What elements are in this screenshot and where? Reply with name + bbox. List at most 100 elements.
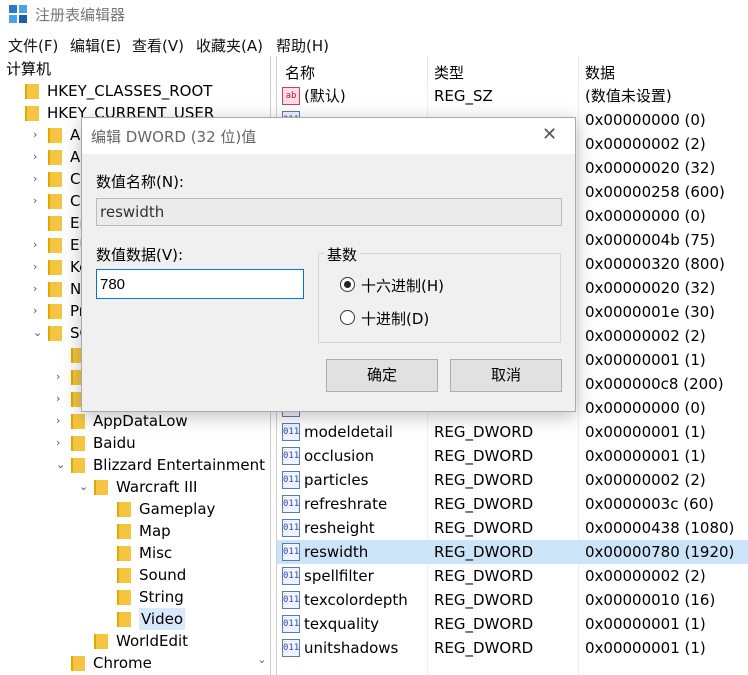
expand-chevron-icon[interactable]: › <box>56 366 60 388</box>
tree-item[interactable]: ⌄ Blizzard Entertainment <box>0 454 270 476</box>
tree-item-label: Misc <box>139 544 173 562</box>
menu-edit[interactable]: 编辑(E) <box>70 35 121 56</box>
value-data: 0x00000258 (600) <box>585 183 725 201</box>
value-row[interactable]: 011 reswidth REG_DWORD 0x00000780 (1920) <box>277 540 748 564</box>
dec-label: 十进制(D) <box>361 310 430 328</box>
tree-item[interactable]: Gameplay <box>0 498 270 520</box>
value-data: 0x0000003c (60) <box>585 495 715 513</box>
tree-item[interactable]: Chrome <box>0 652 270 674</box>
value-data: 0x00000001 (1) <box>585 639 706 657</box>
dialog-title: 编辑 DWORD (32 位)值 <box>91 128 257 146</box>
value-type: REG_DWORD <box>434 615 534 633</box>
tree-root[interactable]: 计算机 <box>0 58 270 80</box>
expand-chevron-icon[interactable]: › <box>33 168 37 190</box>
tree-item[interactable]: Map <box>0 520 270 542</box>
folder-icon <box>117 590 131 605</box>
expand-chevron-icon[interactable]: › <box>56 410 60 432</box>
expand-chevron-icon[interactable]: › <box>33 256 37 278</box>
value-name-label: 数值名称(N): <box>96 173 184 191</box>
folder-icon <box>94 634 108 649</box>
value-row[interactable]: 011 refreshrate REG_DWORD 0x0000003c (60) <box>277 492 748 516</box>
collapse-chevron-icon[interactable]: ⌄ <box>33 322 42 344</box>
value-name: reswidth <box>304 543 369 561</box>
tree-item-label: String <box>139 588 184 606</box>
tree-item-label: Map <box>139 522 171 540</box>
tree-item[interactable]: ⌄ Warcraft III <box>0 476 270 498</box>
value-row[interactable]: 011 texcolordepth REG_DWORD 0x00000010 (16) <box>277 588 748 612</box>
cancel-button[interactable]: 取消 <box>450 359 562 392</box>
tree-item[interactable]: Video <box>0 608 270 630</box>
tree-item-label: HKEY_CLASSES_ROOT <box>47 82 213 100</box>
menu-file[interactable]: 文件(F) <box>8 35 58 56</box>
expand-chevron-icon[interactable]: › <box>33 300 37 322</box>
dword-value-icon: 011 <box>282 567 300 585</box>
hex-label: 十六进制(H) <box>361 277 444 295</box>
tree-item[interactable]: HKEY_CLASSES_ROOT <box>0 80 270 102</box>
value-name: refreshrate <box>304 495 388 513</box>
title-bar: 注册表编辑器 <box>0 0 748 30</box>
tree-scroll-down-icon[interactable]: ⌄ <box>254 653 270 673</box>
value-row[interactable]: 011 spellfilter REG_DWORD 0x00000002 (2) <box>277 564 748 588</box>
value-data: 0x00000002 (2) <box>585 567 706 585</box>
folder-icon <box>71 436 85 451</box>
dec-radio[interactable] <box>340 310 355 325</box>
header-name[interactable]: 名称 <box>285 62 315 83</box>
expand-chevron-icon[interactable]: › <box>33 124 37 146</box>
value-name: (默认) <box>304 87 346 105</box>
value-type: REG_DWORD <box>434 471 534 489</box>
value-row[interactable]: 011 unitshadows REG_DWORD 0x00000001 (1) <box>277 636 748 660</box>
value-row[interactable]: 011 occlusion REG_DWORD 0x00000001 (1) <box>277 444 748 468</box>
value-row[interactable]: 011 resheight REG_DWORD 0x00000438 (1080) <box>277 516 748 540</box>
tree-item-label: Video <box>139 608 186 630</box>
expand-chevron-icon[interactable]: › <box>33 234 37 256</box>
tree-item[interactable]: String <box>0 586 270 608</box>
collapse-chevron-icon[interactable]: ⌄ <box>56 454 65 476</box>
value-data-input[interactable] <box>96 269 304 299</box>
header-type[interactable]: 类型 <box>434 62 464 83</box>
tree-item[interactable]: WorldEdit <box>0 630 270 652</box>
expand-chevron-icon[interactable]: › <box>33 278 37 300</box>
menu-view[interactable]: 查看(V) <box>132 35 184 56</box>
folder-icon <box>117 524 131 539</box>
expand-chevron-icon[interactable]: › <box>33 146 37 168</box>
expand-chevron-icon[interactable]: › <box>56 432 60 454</box>
folder-icon <box>48 216 62 231</box>
dword-value-icon: 011 <box>282 519 300 537</box>
folder-icon <box>48 304 62 319</box>
value-row[interactable]: 011 particles REG_DWORD 0x00000002 (2) <box>277 468 748 492</box>
menu-help[interactable]: 帮助(H) <box>276 35 329 56</box>
folder-icon <box>71 414 85 429</box>
value-data: 0x00000020 (32) <box>585 279 716 297</box>
folder-icon <box>25 106 39 121</box>
value-name-field: reswidth <box>96 198 562 226</box>
tree-item[interactable]: Sound <box>0 564 270 586</box>
tree-item[interactable]: Misc <box>0 542 270 564</box>
expand-chevron-icon[interactable]: › <box>33 190 37 212</box>
collapse-chevron-icon[interactable]: ⌄ <box>79 476 88 498</box>
header-data[interactable]: 数据 <box>585 62 615 83</box>
dword-value-icon: 011 <box>282 639 300 657</box>
folder-icon <box>48 194 62 209</box>
value-row[interactable]: ab (默认) REG_SZ (数值未设置) <box>277 84 748 108</box>
value-data: 0x00000000 (0) <box>585 207 706 225</box>
regedit-app-icon <box>9 5 29 25</box>
folder-icon <box>117 546 131 561</box>
value-data: 0x00000000 (0) <box>585 111 706 129</box>
hex-radio[interactable] <box>340 277 355 292</box>
value-type: REG_SZ <box>434 87 493 105</box>
tree-item[interactable]: › Baidu <box>0 432 270 454</box>
base-label: 基数 <box>324 244 361 265</box>
value-row[interactable]: 011 modeldetail REG_DWORD 0x00000001 (1) <box>277 420 748 444</box>
expand-chevron-icon[interactable]: › <box>56 388 60 410</box>
window-title: 注册表编辑器 <box>35 6 126 24</box>
tree-item-label: Gameplay <box>139 500 216 518</box>
close-icon[interactable]: ✕ <box>542 124 557 145</box>
tree-item[interactable]: › AppDataLow <box>0 410 270 432</box>
value-row[interactable]: 011 texquality REG_DWORD 0x00000001 (1) <box>277 612 748 636</box>
ok-button[interactable]: 确定 <box>326 359 438 392</box>
value-data: 0x00000002 (2) <box>585 135 706 153</box>
value-type: REG_DWORD <box>434 591 534 609</box>
tree-item-label: Blizzard Entertainment <box>93 456 265 474</box>
value-name: modeldetail <box>304 423 393 441</box>
menu-favorites[interactable]: 收藏夹(A) <box>196 35 263 56</box>
